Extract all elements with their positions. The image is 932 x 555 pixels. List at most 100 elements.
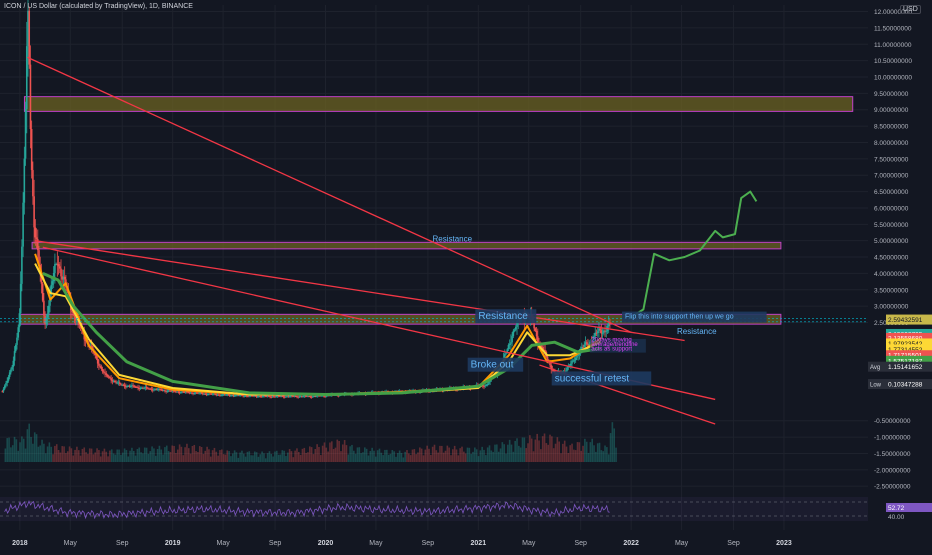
volume-bar (255, 452, 258, 462)
candle-body (96, 358, 99, 364)
volume-bar (101, 451, 104, 462)
volume-bar (321, 445, 324, 462)
volume-bar (397, 452, 399, 462)
volume-bar (576, 442, 579, 462)
volume-bar (112, 453, 115, 462)
volume-bar (587, 452, 590, 462)
volume-bar (85, 452, 87, 462)
currency-selector[interactable]: USD (900, 5, 921, 14)
volume-bar (558, 441, 560, 462)
volume-bar (604, 445, 606, 462)
volume-bar (408, 453, 410, 462)
volume-bar (387, 454, 390, 462)
volume-bar (134, 455, 137, 462)
volume-bar (319, 455, 322, 462)
volume-bar (186, 443, 188, 462)
volume-bar (235, 452, 238, 462)
volume-bar (173, 445, 175, 462)
volume-bar (442, 452, 445, 462)
volume-bar (266, 453, 269, 462)
volume-bar (270, 453, 273, 462)
volume-bar (138, 447, 141, 462)
candle-body (582, 346, 584, 348)
volume-bar (193, 444, 196, 462)
candle-body (512, 330, 515, 337)
candle-body (507, 344, 510, 350)
candle-body (106, 374, 109, 377)
volume-bar (347, 454, 350, 462)
candle-body (133, 385, 136, 387)
volume-bar (362, 452, 364, 462)
volume-bar (297, 451, 300, 462)
resistance-zone (31, 241, 782, 250)
volume-bar (145, 447, 148, 462)
candle-body (10, 369, 12, 373)
candle-body (534, 328, 537, 331)
x-tick-label: May (522, 540, 536, 547)
candle-body (596, 331, 599, 333)
volume-bar (169, 452, 172, 462)
volume-bar (532, 451, 535, 462)
volume-bar (268, 451, 271, 462)
y-tick-label: 3.50000000 (874, 287, 909, 294)
candle-body (54, 264, 56, 273)
candle-body (577, 355, 579, 357)
volume-bar (222, 454, 225, 462)
volume-bar (187, 448, 190, 462)
x-tick-label: Sep (422, 540, 435, 547)
volume-bar (411, 449, 414, 462)
volume-bar (492, 451, 494, 462)
volume-bar (582, 445, 584, 462)
candle-body (43, 300, 45, 316)
volume-bar (167, 451, 170, 462)
chart-root: Resistance Resistance Flip this into suppo… (0, 0, 932, 550)
volume-bar (52, 454, 54, 462)
volume-bar (409, 455, 412, 462)
chart-title: ICON / US Dollar (calculated by TradingV… (4, 3, 193, 10)
volume-bar (475, 449, 478, 462)
volume-bar (560, 453, 562, 462)
y-tick-label: 3.00000000 (874, 304, 909, 311)
volume-bar (154, 455, 157, 462)
candle-body (57, 264, 60, 267)
volume-bar (376, 450, 379, 462)
candle-body (2, 388, 5, 392)
volume-bar (41, 439, 43, 462)
volume-bar (288, 449, 291, 462)
candle-body (11, 366, 13, 370)
candle-body (101, 368, 104, 372)
volume-bar (219, 450, 221, 462)
volume-bar (233, 450, 236, 462)
volume-bar (285, 456, 287, 462)
volume-bar (371, 447, 373, 462)
candle-body (22, 202, 24, 247)
candle-body (120, 383, 122, 385)
volume-bar (342, 444, 344, 462)
x-tick-label: May (675, 540, 689, 547)
volume-bar (211, 450, 214, 462)
volume-bar (391, 450, 394, 462)
volume-bar (521, 437, 524, 462)
volume-bar (156, 448, 159, 462)
volume-bar (209, 456, 212, 462)
price-chart[interactable]: Resistance Resistance Flip this into suppo… (0, 0, 932, 550)
volume-bar (406, 450, 408, 462)
volume-bar (585, 441, 588, 462)
volume-bar (569, 445, 571, 462)
volume-bar (242, 453, 245, 462)
candle-body (5, 382, 7, 386)
volume-bar (110, 449, 113, 462)
y-tick-label: 10.00000000 (874, 75, 912, 82)
volume-bar (281, 450, 284, 462)
volume-bar (151, 446, 153, 462)
volume-bar (125, 450, 128, 462)
volume-bar (507, 444, 509, 462)
price-tag-value: 0.10347288 (888, 382, 923, 389)
volume-bar (470, 453, 472, 462)
volume-bar (129, 450, 131, 462)
volume-bar (457, 455, 460, 462)
candle-body (18, 313, 21, 328)
volume-bar (340, 451, 342, 462)
volume-bar (450, 455, 452, 462)
volume-bar (94, 452, 97, 462)
